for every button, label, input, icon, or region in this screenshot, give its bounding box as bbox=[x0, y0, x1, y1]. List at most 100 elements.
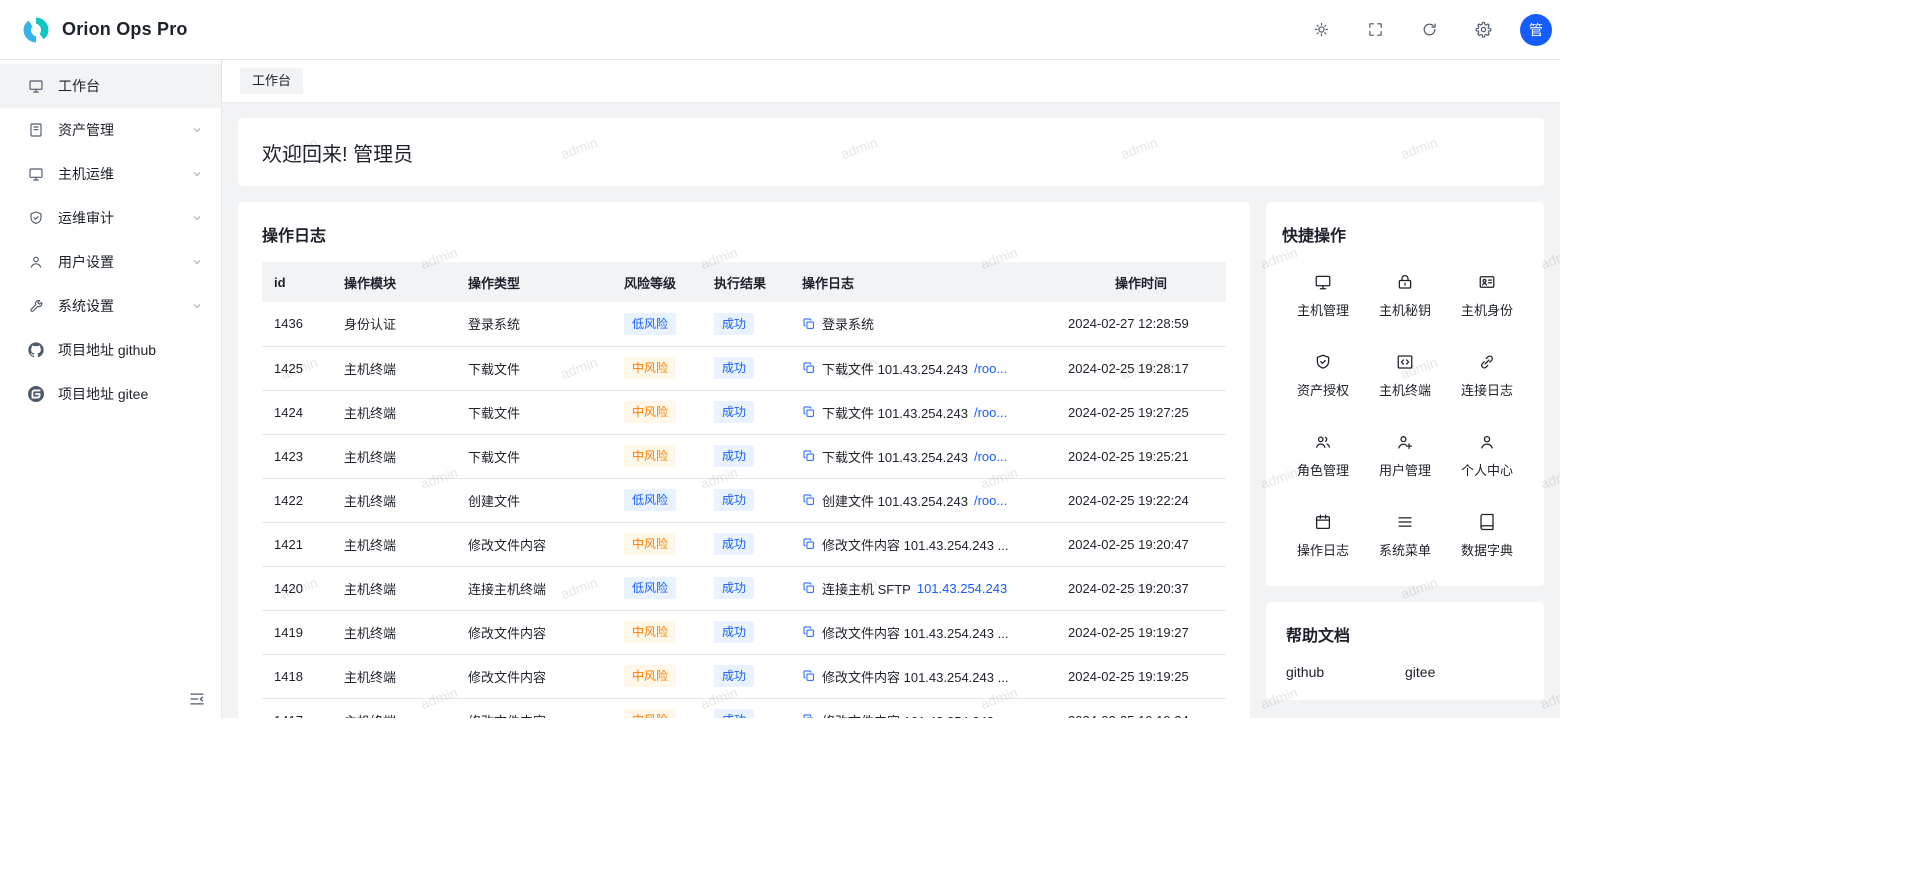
result-badge: 成功 bbox=[714, 533, 754, 555]
column-header: 风险等级 bbox=[612, 262, 702, 302]
lock-icon bbox=[1396, 273, 1414, 291]
cell-module: 主机终端 bbox=[332, 522, 456, 566]
quick-actions-card: 快捷操作 主机管理主机秘钥主机身份资产授权主机终端连接日志角色管理用户管理个人中… bbox=[1266, 202, 1544, 586]
cell-id: 1417 bbox=[262, 698, 332, 718]
cell-time: 2024-02-25 19:25:21 bbox=[1056, 434, 1226, 478]
quick-action-item[interactable]: 主机管理 bbox=[1282, 254, 1364, 334]
app-window: Orion Ops Pro 管 工作台资产管理主机运维运维审计用户设置系统设置项… bbox=[0, 0, 1560, 718]
cell-time: 2024-02-25 19:20:37 bbox=[1056, 566, 1226, 610]
app-title: Orion Ops Pro bbox=[62, 19, 188, 40]
cell-type: 修改文件内容 bbox=[456, 522, 612, 566]
collapse-sidebar-icon[interactable] bbox=[188, 690, 206, 708]
sidebar-item[interactable]: 资产管理 bbox=[0, 108, 221, 152]
sidebar-item[interactable]: 项目地址 github bbox=[0, 328, 221, 372]
result-badge: 成功 bbox=[714, 313, 754, 335]
sidebar-item[interactable]: 用户设置 bbox=[0, 240, 221, 284]
quick-action-label: 操作日志 bbox=[1297, 540, 1349, 559]
risk-badge: 中风险 bbox=[624, 533, 676, 555]
result-badge: 成功 bbox=[714, 665, 754, 687]
copy-icon[interactable] bbox=[802, 581, 816, 595]
column-header: id bbox=[262, 262, 332, 302]
quick-action-label: 数据字典 bbox=[1461, 540, 1513, 559]
copy-icon[interactable] bbox=[802, 493, 816, 507]
copy-icon[interactable] bbox=[802, 669, 816, 683]
quick-action-item[interactable]: 个人中心 bbox=[1446, 414, 1528, 494]
help-link-github[interactable]: github bbox=[1286, 664, 1405, 680]
log-cell: 修改文件内容 101.43.254.243 ... bbox=[802, 535, 1044, 554]
log-text: 创建文件 101.43.254.243 bbox=[822, 491, 968, 510]
cell-type: 修改文件内容 bbox=[456, 610, 612, 654]
quick-action-item[interactable]: 主机终端 bbox=[1364, 334, 1446, 414]
copy-icon[interactable] bbox=[802, 317, 816, 331]
sidebar: 工作台资产管理主机运维运维审计用户设置系统设置项目地址 github 项目地址 g… bbox=[0, 60, 222, 718]
header-theme-button[interactable] bbox=[1304, 13, 1338, 47]
cell-module: 主机终端 bbox=[332, 346, 456, 390]
cell-time: 2024-02-27 12:28:59 bbox=[1056, 302, 1226, 346]
copy-icon[interactable] bbox=[802, 537, 816, 551]
cell-type: 下载文件 bbox=[456, 390, 612, 434]
log-link[interactable]: /roo... bbox=[974, 361, 1007, 376]
copy-icon[interactable] bbox=[802, 361, 816, 375]
copy-icon[interactable] bbox=[802, 405, 816, 419]
operation-log-table: id操作模块操作类型风险等级执行结果操作日志操作时间 1436身份认证登录系统低… bbox=[262, 262, 1226, 718]
tab-workbench[interactable]: 工作台 bbox=[240, 68, 303, 94]
header-fullscreen-button[interactable] bbox=[1358, 13, 1392, 47]
log-link[interactable]: /roo... bbox=[974, 405, 1007, 420]
sidebar-item[interactable]: 运维审计 bbox=[0, 196, 221, 240]
cell-type: 修改文件内容 bbox=[456, 698, 612, 718]
risk-badge: 中风险 bbox=[624, 357, 676, 379]
quick-action-item[interactable]: 操作日志 bbox=[1282, 494, 1364, 574]
cell-type: 修改文件内容 bbox=[456, 654, 612, 698]
quick-action-label: 系统菜单 bbox=[1379, 540, 1431, 559]
quick-action-item[interactable]: 连接日志 bbox=[1446, 334, 1528, 414]
result-badge: 成功 bbox=[714, 445, 754, 467]
log-text: 修改文件内容 101.43.254.243 ... bbox=[822, 711, 1008, 719]
quick-action-item[interactable]: 主机秘钥 bbox=[1364, 254, 1446, 334]
help-docs-card: 帮助文档 githubgitee bbox=[1266, 602, 1544, 700]
copy-icon[interactable] bbox=[802, 625, 816, 639]
refresh-icon bbox=[1421, 21, 1438, 38]
cell-module: 主机终端 bbox=[332, 478, 456, 522]
sidebar-item[interactable]: 项目地址 gitee bbox=[0, 372, 221, 416]
sidebar-item-label: 项目地址 gitee bbox=[58, 384, 203, 404]
cell-id: 1423 bbox=[262, 434, 332, 478]
cell-id: 1418 bbox=[262, 654, 332, 698]
fullscreen-icon bbox=[1367, 21, 1384, 38]
sidebar-item-label: 主机运维 bbox=[58, 164, 191, 184]
risk-badge: 中风险 bbox=[624, 445, 676, 467]
quick-action-item[interactable]: 用户管理 bbox=[1364, 414, 1446, 494]
quick-action-label: 主机管理 bbox=[1297, 300, 1349, 319]
header-settings-button[interactable] bbox=[1466, 13, 1500, 47]
sidebar-item[interactable]: 系统设置 bbox=[0, 284, 221, 328]
log-link[interactable]: 101.43.254.243 bbox=[917, 581, 1007, 596]
sidebar-item-label: 工作台 bbox=[58, 76, 203, 96]
quick-action-item[interactable]: 角色管理 bbox=[1282, 414, 1364, 494]
risk-badge: 低风险 bbox=[624, 577, 676, 599]
quick-action-item[interactable]: 资产授权 bbox=[1282, 334, 1364, 414]
avatar[interactable]: 管 bbox=[1520, 14, 1552, 46]
tools-icon bbox=[28, 298, 44, 314]
risk-badge: 低风险 bbox=[624, 489, 676, 511]
table-row: 1419主机终端修改文件内容中风险成功修改文件内容 101.43.254.243… bbox=[262, 610, 1226, 654]
calendar-icon bbox=[1314, 513, 1332, 531]
quick-action-label: 连接日志 bbox=[1461, 380, 1513, 399]
quick-action-item[interactable]: 数据字典 bbox=[1446, 494, 1528, 574]
column-header: 执行结果 bbox=[702, 262, 790, 302]
table-row: 1420主机终端连接主机终端低风险成功连接主机 SFTP101.43.254.2… bbox=[262, 566, 1226, 610]
sidebar-item[interactable]: 主机运维 bbox=[0, 152, 221, 196]
help-link-gitee[interactable]: gitee bbox=[1405, 664, 1524, 680]
log-cell: 下载文件 101.43.254.243/roo... bbox=[802, 403, 1044, 422]
quick-action-item[interactable]: 系统菜单 bbox=[1364, 494, 1446, 574]
log-text: 连接主机 SFTP bbox=[822, 579, 911, 598]
risk-badge: 中风险 bbox=[624, 621, 676, 643]
chevron-down-icon bbox=[191, 168, 203, 180]
sidebar-item[interactable]: 工作台 bbox=[0, 64, 221, 108]
header-refresh-button[interactable] bbox=[1412, 13, 1446, 47]
log-link[interactable]: /roo... bbox=[974, 449, 1007, 464]
quick-action-item[interactable]: 主机身份 bbox=[1446, 254, 1528, 334]
quick-action-label: 主机秘钥 bbox=[1379, 300, 1431, 319]
log-link[interactable]: /roo... bbox=[974, 493, 1007, 508]
copy-icon[interactable] bbox=[802, 449, 816, 463]
copy-icon[interactable] bbox=[802, 713, 816, 718]
column-header: 操作时间 bbox=[1056, 262, 1226, 302]
